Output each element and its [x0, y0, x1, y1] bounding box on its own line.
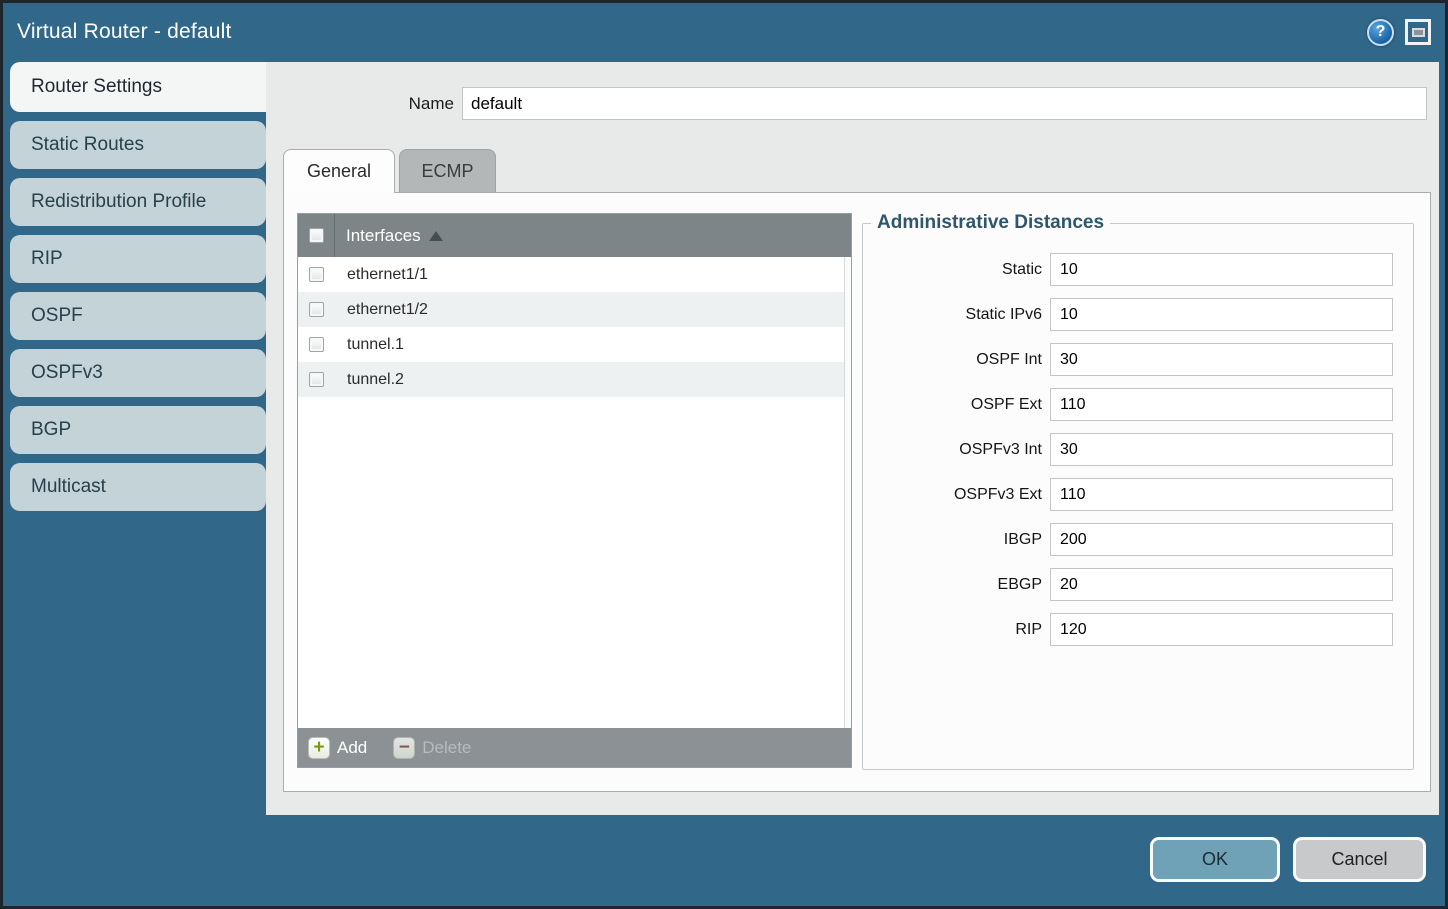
cancel-button[interactable]: Cancel — [1293, 837, 1426, 882]
general-tab-panel: Interfaces ethernet1/1 — [283, 192, 1431, 792]
tab-ecmp-label: ECMP — [421, 161, 473, 182]
table-row[interactable]: ethernet1/1 — [298, 257, 851, 292]
static-input[interactable] — [1050, 253, 1393, 286]
static-ipv6-input[interactable] — [1050, 298, 1393, 331]
select-all-checkbox[interactable] — [309, 228, 324, 243]
field-row: Static IPv6 — [863, 298, 1413, 331]
field-row: Static — [863, 253, 1413, 286]
titlebar-icons: ? — [1367, 19, 1431, 46]
sidebar-item-bgp[interactable]: BGP — [10, 406, 266, 454]
ebgp-input[interactable] — [1050, 568, 1393, 601]
row-checkbox-cell — [298, 267, 335, 282]
interface-name: tunnel.2 — [335, 371, 404, 389]
name-label: Name — [266, 94, 462, 114]
sidebar-item-router-settings[interactable]: Router Settings — [10, 62, 266, 112]
table-row[interactable]: tunnel.2 — [298, 362, 851, 397]
sidebar-item-label: OSPFv3 — [31, 362, 103, 384]
administrative-distances-legend: Administrative Distances — [871, 212, 1110, 234]
interface-name: ethernet1/1 — [335, 266, 428, 284]
interface-name: ethernet1/2 — [335, 301, 428, 319]
interfaces-column-label: Interfaces — [346, 226, 421, 246]
table-row[interactable]: tunnel.1 — [298, 327, 851, 362]
interfaces-table: Interfaces ethernet1/1 — [297, 213, 852, 768]
ok-button[interactable]: OK — [1150, 837, 1280, 882]
rip-input[interactable] — [1050, 613, 1393, 646]
ospfv3-int-input[interactable] — [1050, 433, 1393, 466]
name-row: Name — [266, 87, 1439, 120]
field-row: RIP — [863, 613, 1413, 646]
sidebar-item-label: RIP — [31, 248, 63, 270]
sidebar-item-label: BGP — [31, 419, 71, 441]
minus-icon: − — [393, 737, 415, 759]
sidebar-item-ospf[interactable]: OSPF — [10, 292, 266, 340]
ospfv3-ext-input[interactable] — [1050, 478, 1393, 511]
sidebar-item-multicast[interactable]: Multicast — [10, 463, 266, 511]
name-input[interactable] — [462, 87, 1427, 120]
static-ipv6-label: Static IPv6 — [863, 306, 1050, 324]
add-button[interactable]: + Add — [308, 737, 367, 759]
interface-name: tunnel.1 — [335, 336, 404, 354]
sort-ascending-icon — [429, 231, 443, 241]
administrative-distances-group: Administrative Distances Static Static I… — [862, 212, 1414, 770]
sidebar-item-label: Static Routes — [31, 134, 144, 156]
tab-general-label: General — [307, 161, 371, 182]
field-row: OSPF Int — [863, 343, 1413, 376]
sidebar-item-rip[interactable]: RIP — [10, 235, 266, 283]
row-checkbox[interactable] — [309, 372, 324, 387]
sidebar-item-label: OSPF — [31, 305, 83, 327]
field-row: OSPFv3 Ext — [863, 478, 1413, 511]
row-checkbox[interactable] — [309, 267, 324, 282]
ospf-int-input[interactable] — [1050, 343, 1393, 376]
table-scrollbar[interactable] — [844, 257, 851, 728]
window-restore-icon[interactable] — [1405, 19, 1431, 45]
ospfv3-ext-label: OSPFv3 Ext — [863, 486, 1050, 504]
interfaces-table-toolbar: + Add − Delete — [298, 728, 851, 767]
add-button-label: Add — [337, 738, 367, 758]
tab-general[interactable]: General — [283, 149, 395, 193]
static-label: Static — [863, 261, 1050, 279]
sidebar-item-label: Multicast — [31, 476, 106, 498]
field-row: IBGP — [863, 523, 1413, 556]
sidebar-item-ospfv3[interactable]: OSPFv3 — [10, 349, 266, 397]
sidebar-item-static-routes[interactable]: Static Routes — [10, 121, 266, 169]
row-checkbox[interactable] — [309, 337, 324, 352]
field-row: OSPF Ext — [863, 388, 1413, 421]
window-restore-icon-inner — [1412, 28, 1425, 37]
row-checkbox[interactable] — [309, 302, 324, 317]
sidebar-item-label: Router Settings — [31, 76, 162, 98]
ospf-int-label: OSPF Int — [863, 351, 1050, 369]
sidebar: Router Settings Static Routes Redistribu… — [10, 62, 266, 520]
field-row: EBGP — [863, 568, 1413, 601]
row-checkbox-cell — [298, 337, 335, 352]
tab-ecmp[interactable]: ECMP — [399, 149, 496, 192]
ibgp-label: IBGP — [863, 531, 1050, 549]
plus-icon: + — [308, 737, 330, 759]
ospf-ext-input[interactable] — [1050, 388, 1393, 421]
interfaces-table-header: Interfaces — [298, 214, 851, 257]
ospf-ext-label: OSPF Ext — [863, 396, 1050, 414]
table-row[interactable]: ethernet1/2 — [298, 292, 851, 327]
dialog-title: Virtual Router - default — [17, 20, 232, 44]
sidebar-item-label: Redistribution Profile — [31, 191, 206, 213]
row-checkbox-cell — [298, 372, 335, 387]
delete-button-label: Delete — [422, 738, 471, 758]
field-row: OSPFv3 Int — [863, 433, 1413, 466]
interfaces-table-body: ethernet1/1 ethernet1/2 tunnel.1 — [298, 257, 851, 728]
virtual-router-dialog: Virtual Router - default ? Router Settin… — [0, 0, 1448, 909]
help-icon[interactable]: ? — [1367, 19, 1394, 46]
sidebar-item-redistribution-profile[interactable]: Redistribution Profile — [10, 178, 266, 226]
content-area: Name General ECMP Interfaces — [266, 62, 1439, 815]
title-bar: Virtual Router - default ? — [3, 3, 1445, 61]
row-checkbox-cell — [298, 302, 335, 317]
rip-label: RIP — [863, 621, 1050, 639]
ospfv3-int-label: OSPFv3 Int — [863, 441, 1050, 459]
select-all-cell — [298, 214, 335, 257]
ebgp-label: EBGP — [863, 576, 1050, 594]
ibgp-input[interactable] — [1050, 523, 1393, 556]
delete-button[interactable]: − Delete — [393, 737, 471, 759]
interfaces-column-header[interactable]: Interfaces — [335, 226, 443, 246]
